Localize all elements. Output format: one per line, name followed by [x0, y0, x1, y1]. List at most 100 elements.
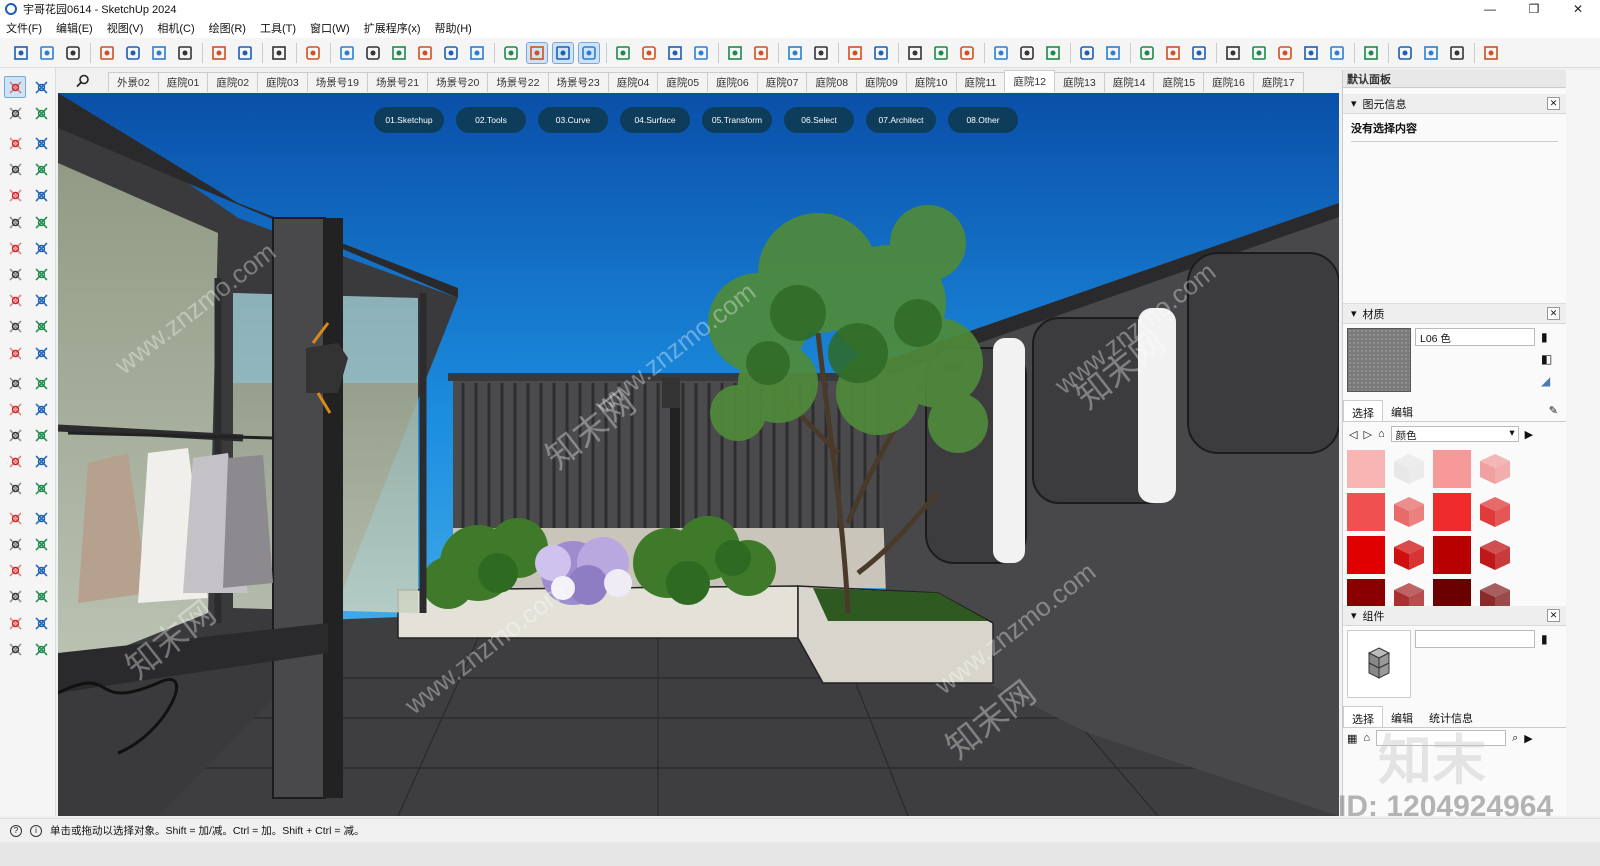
- xray-icon[interactable]: [500, 42, 522, 64]
- menu-camera[interactable]: 相机(C): [157, 20, 194, 36]
- follow-me-icon[interactable]: [30, 316, 52, 338]
- rotate-icon[interactable]: [4, 316, 26, 338]
- menu-draw[interactable]: 绘图(R): [209, 20, 246, 36]
- details-icon[interactable]: ▶: [1525, 428, 1533, 441]
- scene-search-icon[interactable]: [58, 70, 108, 92]
- component-name-field[interactable]: [1415, 630, 1535, 648]
- maximize-button[interactable]: ❐: [1512, 0, 1556, 18]
- left-view-icon[interactable]: [466, 42, 488, 64]
- pill-select[interactable]: 06.Select: [784, 107, 854, 133]
- scene-tab[interactable]: 场景号19: [306, 72, 368, 92]
- material-swatch[interactable]: [1476, 536, 1514, 574]
- scene-tab[interactable]: 庭院06: [707, 72, 758, 92]
- tag-eraser-icon[interactable]: [30, 132, 52, 154]
- redo-icon[interactable]: [234, 42, 256, 64]
- material-swatch[interactable]: [1390, 450, 1428, 488]
- walk-icon[interactable]: [30, 560, 52, 582]
- zoom-icon[interactable]: [4, 507, 26, 529]
- scene-tab[interactable]: 庭院07: [756, 72, 808, 92]
- dimension-icon[interactable]: [4, 398, 26, 420]
- scene-tab[interactable]: 庭院09: [856, 72, 907, 92]
- undo-icon[interactable]: [208, 42, 230, 64]
- polygon-icon[interactable]: [30, 211, 52, 233]
- copy-icon[interactable]: [122, 42, 144, 64]
- tab-select[interactable]: 选择: [1343, 400, 1383, 421]
- eraser-icon[interactable]: [30, 102, 52, 124]
- pill-transform[interactable]: 05.Transform: [702, 107, 772, 133]
- hidden-line-icon[interactable]: [552, 41, 574, 64]
- scene-tab[interactable]: 庭院01: [157, 72, 209, 92]
- protractor-icon[interactable]: [30, 372, 52, 394]
- checker-icon[interactable]: [1300, 42, 1322, 64]
- cloud-icon[interactable]: [1326, 42, 1348, 64]
- settings-icon[interactable]: [690, 42, 712, 64]
- layers-icon[interactable]: [1188, 42, 1210, 64]
- front-view-icon[interactable]: [388, 42, 410, 64]
- sandbox-icon[interactable]: [4, 612, 26, 634]
- search-icon[interactable]: ⌕: [1512, 732, 1518, 745]
- stamp-icon[interactable]: [30, 612, 52, 634]
- pan-icon[interactable]: [30, 477, 52, 499]
- component-icon[interactable]: [4, 132, 26, 154]
- material-swatch[interactable]: [1433, 579, 1471, 606]
- material-swatch[interactable]: [1433, 493, 1471, 531]
- material-swatch[interactable]: [1347, 579, 1385, 606]
- menu-window[interactable]: 窗口(W): [310, 20, 350, 36]
- user-icon[interactable]: [638, 42, 660, 64]
- lasso-icon[interactable]: [30, 76, 52, 98]
- iso-view-icon[interactable]: [336, 42, 358, 64]
- print-icon[interactable]: [268, 42, 290, 64]
- material-swatch[interactable]: [1433, 450, 1471, 488]
- globe-icon[interactable]: [956, 42, 978, 64]
- home-icon[interactable]: ⌂: [1363, 732, 1370, 744]
- zoom-window-icon[interactable]: [30, 507, 52, 529]
- gear-icon[interactable]: [1360, 42, 1382, 64]
- arc2-icon[interactable]: [30, 263, 52, 285]
- right-view-icon[interactable]: [414, 42, 436, 64]
- scene-tab[interactable]: 庭院08: [806, 72, 858, 92]
- save-icon[interactable]: [62, 42, 84, 64]
- download-icon[interactable]: [1016, 42, 1038, 64]
- scene-tab[interactable]: 场景号22: [487, 72, 549, 92]
- 3d-viewport[interactable]: 01.Sketchup 02.Tools 03.Curve 04.Surface…: [58, 93, 1339, 816]
- scene-tab[interactable]: 庭院02: [207, 72, 259, 92]
- refresh-icon[interactable]: [1076, 42, 1098, 64]
- material-swatch[interactable]: [1390, 579, 1428, 606]
- arc-icon[interactable]: [4, 237, 26, 259]
- material-swatch[interactable]: [1347, 450, 1385, 488]
- move-icon[interactable]: [4, 290, 26, 312]
- wireframe-icon[interactable]: [526, 41, 548, 64]
- cut-icon[interactable]: [96, 42, 118, 64]
- material-swatch[interactable]: [1390, 493, 1428, 531]
- grid-icon[interactable]: [810, 42, 832, 64]
- shield-icon[interactable]: [1248, 42, 1270, 64]
- back-view-icon[interactable]: [440, 42, 462, 64]
- info-icon[interactable]: [1420, 42, 1442, 64]
- scene-tab[interactable]: 外景02: [108, 72, 159, 92]
- back-arrow-icon[interactable]: ◁: [1349, 428, 1357, 441]
- export-icon[interactable]: [1162, 42, 1184, 64]
- tab-select[interactable]: 选择: [1343, 706, 1383, 727]
- pie-icon[interactable]: [30, 237, 52, 259]
- component-action-icon[interactable]: ▮: [1541, 632, 1548, 646]
- close-button[interactable]: ✕: [1556, 0, 1600, 18]
- create-material-icon[interactable]: ▮: [1541, 330, 1548, 344]
- info-icon[interactable]: i: [30, 824, 42, 837]
- pill-sketchup[interactable]: 01.Sketchup: [374, 107, 444, 133]
- flip-icon[interactable]: [30, 638, 52, 660]
- scale-icon[interactable]: [4, 342, 26, 364]
- scene-tab[interactable]: 庭院10: [905, 72, 957, 92]
- previous-icon[interactable]: [30, 533, 52, 555]
- scene-tab[interactable]: 庭院05: [657, 72, 709, 92]
- sync-icon[interactable]: [1102, 42, 1124, 64]
- section-icon[interactable]: [4, 451, 26, 473]
- material-swatch[interactable]: [1433, 536, 1471, 574]
- scene-tab[interactable]: 庭院12: [1004, 70, 1056, 92]
- scene-tab[interactable]: 场景号23: [547, 72, 609, 92]
- menu-extensions[interactable]: 扩展程序(x): [364, 20, 421, 36]
- toggle-icon[interactable]: [664, 42, 686, 64]
- close-icon[interactable]: ✕: [1547, 307, 1560, 320]
- solid-tools-icon[interactable]: [724, 42, 746, 64]
- offset-icon[interactable]: [30, 342, 52, 364]
- view-options-icon[interactable]: ▦: [1347, 732, 1357, 745]
